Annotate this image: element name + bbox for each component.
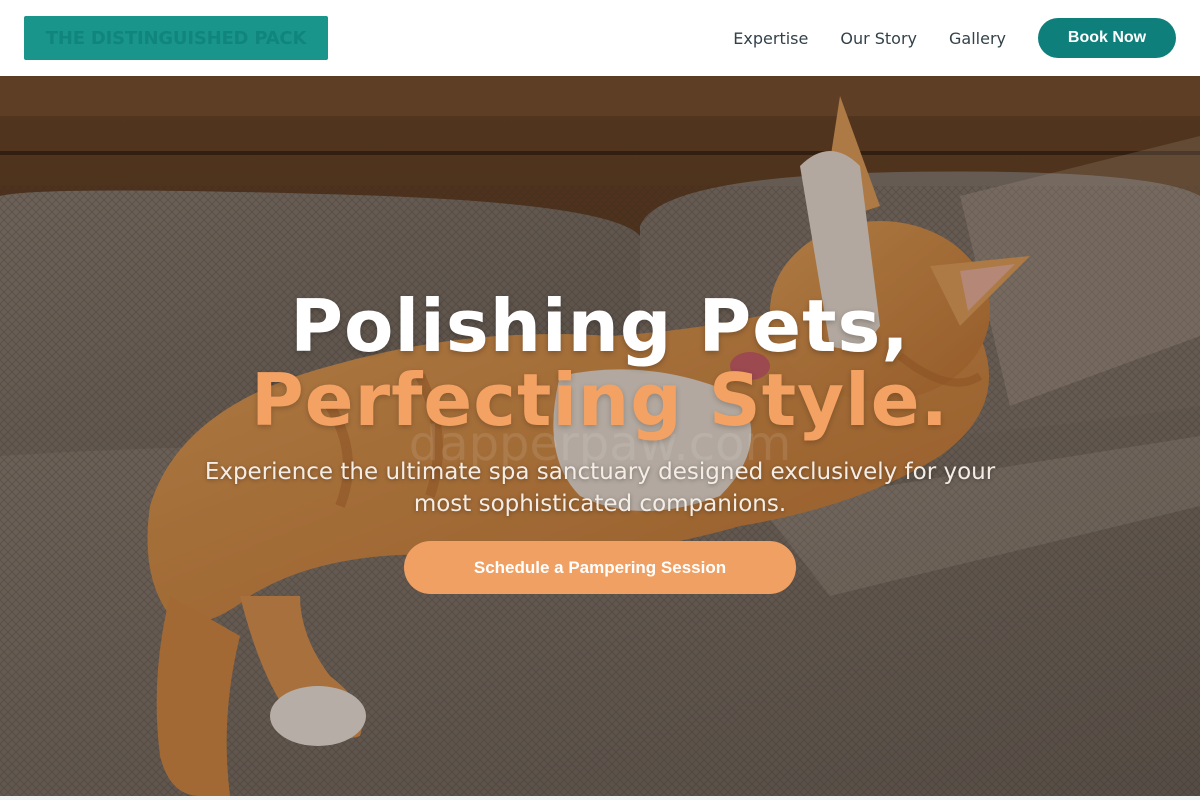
hero-headline-line1: Polishing Pets, — [290, 284, 910, 368]
hero-subtitle: Experience the ultimate spa sanctuary de… — [204, 459, 996, 517]
brand-logo[interactable]: THE DISTINGUISHED PACK — [24, 16, 328, 60]
nav-link-our-story[interactable]: Our Story — [840, 29, 917, 48]
hero-content: dapperpaw.com Polishing Pets, Perfecting… — [0, 76, 1200, 796]
hero-headline-line2: Perfecting Style. — [251, 358, 949, 442]
nav-link-gallery[interactable]: Gallery — [949, 29, 1006, 48]
book-now-button[interactable]: Book Now — [1038, 18, 1176, 58]
hero-section: dapperpaw.com Polishing Pets, Perfecting… — [0, 76, 1200, 796]
schedule-session-button[interactable]: Schedule a Pampering Session — [404, 541, 796, 594]
nav-link-expertise[interactable]: Expertise — [733, 29, 808, 48]
bottom-strip — [0, 796, 1200, 800]
main-nav: Expertise Our Story Gallery Book Now — [733, 18, 1176, 58]
site-header: THE DISTINGUISHED PACK Expertise Our Sto… — [0, 0, 1200, 76]
